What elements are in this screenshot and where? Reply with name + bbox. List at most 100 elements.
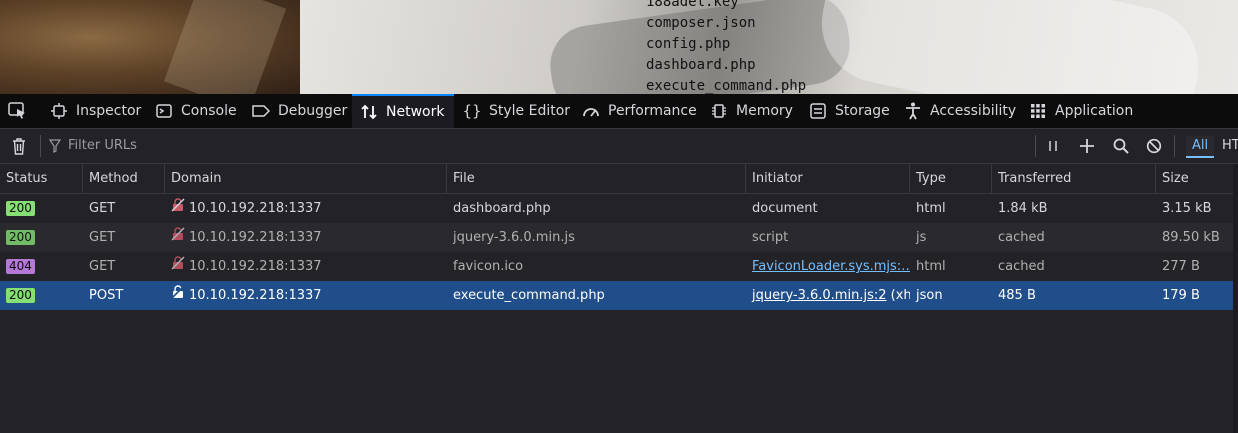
column-header-file[interactable]: File [447,164,746,193]
initiator-cause: (xhr) [890,288,910,303]
toolbar-divider [1174,135,1175,157]
column-header-size[interactable]: Size [1156,164,1233,193]
filter-urls-input[interactable]: Filter URLs [68,138,137,153]
filter-html-button[interactable]: HT [1222,138,1238,153]
table-row[interactable]: 404 GET 10.10.192.218:1337 favicon.ico F… [0,252,1233,281]
initiator-cell: FaviconLoader.sys.mjs:… [746,252,910,281]
insecure-lock-icon [171,281,185,310]
status-badge: 200 [6,288,35,303]
column-header-domain[interactable]: Domain [165,164,447,193]
column-header-initiator[interactable]: Initiator [746,164,910,193]
insecure-lock-icon [171,223,185,252]
initiator-link[interactable]: jquery-3.6.0.min.js:2 [752,288,887,303]
method-cell: GET [89,259,116,274]
size-cell: 89.50 kB [1162,230,1220,245]
initiator-cell: script [752,230,789,245]
tab-style-editor[interactable]: {} Style Editor [462,94,571,128]
initiator-link[interactable]: FaviconLoader.sys.mjs:… [752,259,910,274]
filter-all-button[interactable]: All [1186,136,1215,158]
domain-cell: 10.10.192.218:1337 [165,281,447,310]
insecure-lock-icon [171,252,185,281]
domain-cell: 10.10.192.218:1337 [165,194,447,223]
file-cell: favicon.ico [453,259,524,274]
filter-icon [48,137,62,155]
column-header-transferred[interactable]: Transferred [992,164,1156,193]
application-icon [1029,102,1047,120]
status-badge: 404 [6,259,35,274]
column-header-method[interactable]: Method [83,164,165,193]
web-page-content: 188adel.key composer.json config.php das… [0,0,1238,94]
tab-label: Storage [835,103,890,119]
tab-accessibility[interactable]: Accessibility [904,94,1016,128]
insecure-lock-icon [171,194,185,223]
tab-label: Style Editor [489,103,571,119]
type-cell: html [916,201,946,216]
tab-label: Accessibility [930,103,1017,119]
domain-cell: 10.10.192.218:1337 [165,223,447,252]
table-row[interactable]: 200 GET 10.10.192.218:1337 jquery-3.6.0.… [0,223,1233,252]
tab-label: Network [386,104,445,120]
network-icon [360,103,378,121]
size-cell: 179 B [1162,288,1200,303]
background-photo-left [0,0,300,94]
status-badge: 200 [6,230,35,245]
block-icon[interactable] [1145,137,1163,155]
storage-icon [809,102,827,120]
domain-text: 10.10.192.218:1337 [189,288,322,303]
toolbar-divider [40,135,41,157]
tab-performance[interactable]: Performance [582,94,697,128]
tab-label: Application [1055,103,1134,119]
column-header-status[interactable]: Status [0,164,83,193]
tab-label: Debugger [278,103,348,119]
type-cell: js [916,230,927,245]
transferred-cell: 1.84 kB [998,201,1048,216]
tab-console[interactable]: Console [155,94,237,128]
tab-memory[interactable]: Memory [710,94,793,128]
debugger-icon [252,102,270,120]
tab-network[interactable]: Network [352,94,455,128]
file-cell: jquery-3.6.0.min.js [453,230,575,245]
memory-icon [710,102,728,120]
type-cell: json [916,288,943,303]
console-icon [155,102,173,120]
element-picker-icon[interactable] [8,102,28,120]
column-header-type[interactable]: Type [910,164,992,193]
network-toolbar: Filter URLs All HT [0,129,1238,164]
method-cell: GET [89,201,116,216]
tab-debugger[interactable]: Debugger [252,94,347,128]
method-cell: GET [89,230,116,245]
tab-label: Console [181,103,237,119]
domain-cell: 10.10.192.218:1337 [165,252,447,281]
side-panel-edge [1233,164,1238,433]
toolbar-divider [1035,135,1036,157]
file-cell: execute_command.php [453,288,605,303]
transferred-cell: 485 B [998,288,1036,303]
file-listing: 188adel.key composer.json config.php das… [646,0,806,94]
tab-storage[interactable]: Storage [809,94,890,128]
table-row[interactable]: 200 GET 10.10.192.218:1337 dashboard.php… [0,194,1233,223]
style-editor-icon: {} [462,102,482,120]
pause-icon[interactable] [1044,137,1062,155]
size-cell: 277 B [1162,259,1200,274]
file-list-item: 188adel.key [646,0,739,10]
table-row-selected[interactable]: 200 POST 10.10.192.218:1337 execute_comm… [0,281,1233,310]
initiator-cell: document [752,201,818,216]
status-badge: 200 [6,201,35,216]
tab-application[interactable]: Application [1029,94,1133,128]
tab-inspector[interactable]: Inspector [50,94,141,128]
add-request-icon[interactable] [1078,137,1096,155]
inspector-icon [50,102,68,120]
accessibility-icon [904,102,922,120]
performance-icon [582,102,600,120]
file-list-item: dashboard.php [646,57,756,73]
type-cell: html [916,259,946,274]
size-cell: 3.15 kB [1162,201,1212,216]
transferred-cell: cached [998,259,1045,274]
search-icon[interactable] [1112,137,1130,155]
devtools-tabbar: Inspector Console Debugger Network {} St… [0,94,1238,129]
initiator-cell: jquery-3.6.0.min.js:2 (xhr) [746,281,910,310]
tab-label: Inspector [76,103,142,119]
trash-icon[interactable] [10,137,28,155]
domain-text: 10.10.192.218:1337 [189,259,322,274]
transferred-cell: cached [998,230,1045,245]
